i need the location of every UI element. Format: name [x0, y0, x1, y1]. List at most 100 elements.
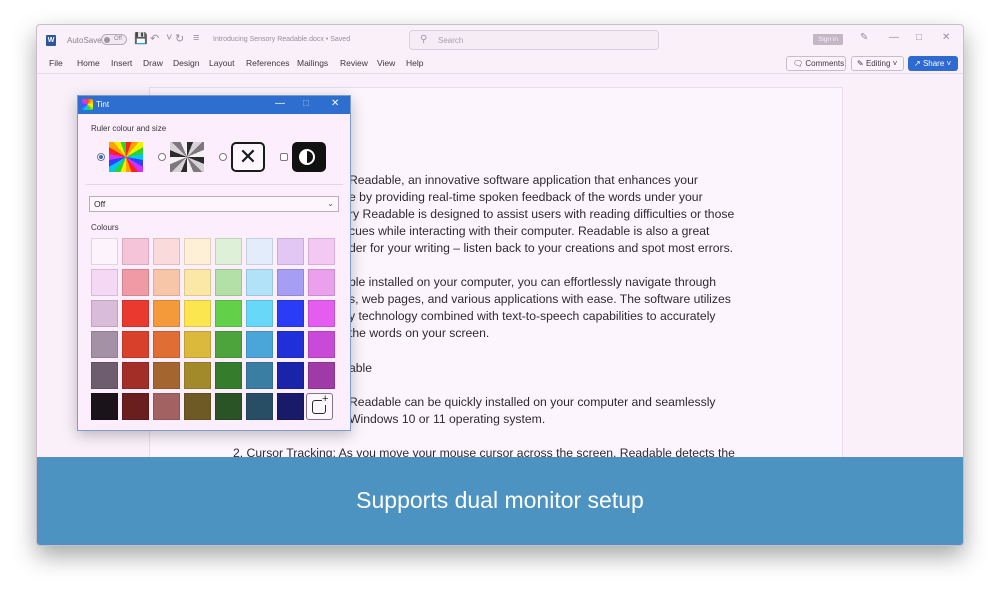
colour-swatch[interactable] [215, 393, 242, 420]
dialog-close-icon[interactable]: ✕ [331, 98, 339, 109]
colour-swatch[interactable] [91, 393, 118, 420]
colour-swatch[interactable] [184, 269, 211, 296]
colour-swatch[interactable] [153, 393, 180, 420]
contrast-icon[interactable] [292, 142, 326, 172]
colour-swatch[interactable] [153, 362, 180, 389]
colour-swatch[interactable] [246, 238, 273, 265]
colour-swatch[interactable] [153, 269, 180, 296]
section-divider [86, 184, 343, 185]
colour-swatch[interactable] [246, 331, 273, 358]
colour-swatch[interactable] [277, 238, 304, 265]
autosave-toggle[interactable]: Off [101, 34, 127, 45]
menu-design[interactable]: Design [173, 58, 199, 68]
colour-swatch[interactable] [91, 300, 118, 327]
custom-colour-button[interactable]: + [306, 393, 333, 420]
colour-swatch[interactable] [122, 238, 149, 265]
save-icon[interactable]: 💾 [134, 32, 148, 45]
customize-toolbar-icon[interactable]: ≡ [193, 32, 199, 44]
chevron-down-icon[interactable]: ˅ [166, 32, 172, 44]
colour-swatch[interactable] [246, 393, 273, 420]
colour-swatch[interactable] [246, 269, 273, 296]
menu-view[interactable]: View [377, 58, 395, 68]
editing-label: Editing [865, 59, 891, 68]
word-logo-icon: W [46, 35, 56, 46]
search-input[interactable]: ⚲ Search [409, 30, 659, 50]
colour-swatch[interactable] [184, 331, 211, 358]
undo-icon[interactable]: ↶ [150, 32, 159, 45]
colour-swatch[interactable] [215, 300, 242, 327]
close-icon[interactable]: ✕ [942, 32, 950, 43]
sign-in-button[interactable]: Sign in [813, 34, 843, 45]
colour-swatch[interactable] [91, 331, 118, 358]
colour-swatch[interactable] [91, 269, 118, 296]
comments-button[interactable]: 🗨 Comments [786, 56, 846, 71]
colour-swatch[interactable] [153, 238, 180, 265]
colour-swatch[interactable] [122, 269, 149, 296]
doc-line: ble installed on your computer, you can … [349, 275, 716, 289]
colour-swatch[interactable] [153, 300, 180, 327]
menu-draw[interactable]: Draw [143, 58, 163, 68]
colour-swatch[interactable] [184, 238, 211, 265]
share-label: Share [922, 59, 945, 68]
chevron-down-icon: ⌄ [327, 199, 334, 208]
menu-references[interactable]: References [246, 58, 289, 68]
colour-swatch[interactable] [277, 362, 304, 389]
autosave-label: AutoSave [67, 36, 102, 45]
caption-banner: Supports dual monitor setup [37, 457, 963, 545]
doc-heading: able [349, 361, 373, 375]
rainbow-ruler-icon[interactable] [109, 142, 143, 172]
dialog-minimize-icon[interactable]: — [275, 98, 285, 109]
menu-help[interactable]: Help [406, 58, 423, 68]
colour-swatch[interactable] [246, 362, 273, 389]
menu-file[interactable]: File [49, 58, 63, 68]
colour-swatch[interactable] [277, 269, 304, 296]
colour-swatch[interactable] [277, 393, 304, 420]
colour-swatch[interactable] [215, 269, 242, 296]
pen-icon[interactable]: ✎ [860, 32, 868, 43]
dialog-title-bar[interactable]: Tint — □ ✕ [78, 96, 350, 114]
colour-swatch[interactable] [184, 300, 211, 327]
colour-swatch[interactable] [91, 362, 118, 389]
ruler-size-dropdown[interactable]: Off ⌄ [89, 196, 339, 212]
colour-swatch[interactable] [153, 331, 180, 358]
redo-icon[interactable]: ↻ [175, 32, 184, 45]
menu-home[interactable]: Home [77, 58, 100, 68]
search-icon: ⚲ [420, 34, 428, 45]
colour-swatch[interactable] [215, 331, 242, 358]
colour-swatch[interactable] [122, 393, 149, 420]
colour-swatch[interactable] [277, 331, 304, 358]
colour-swatch[interactable] [308, 331, 335, 358]
colour-swatch[interactable] [184, 393, 211, 420]
colour-swatch[interactable] [122, 300, 149, 327]
colour-swatch[interactable] [215, 238, 242, 265]
editing-button[interactable]: ✎ Editing ˅ [851, 56, 904, 71]
colour-swatch[interactable] [277, 300, 304, 327]
tint-dialog: Tint — □ ✕ Ruler colour and size ✕ Off ⌄… [77, 95, 351, 431]
colour-swatch[interactable] [215, 362, 242, 389]
document-title[interactable]: Introducing Sensory Readable.docx • Save… [213, 36, 350, 43]
colour-swatch[interactable] [91, 238, 118, 265]
menu-insert[interactable]: Insert [111, 58, 132, 68]
swirl-ruler-radio[interactable] [158, 153, 166, 161]
menu-review[interactable]: Review [340, 58, 368, 68]
maximize-icon[interactable]: □ [916, 32, 922, 43]
no-ruler-radio[interactable] [219, 153, 227, 161]
colour-swatch[interactable] [308, 269, 335, 296]
colour-swatch[interactable] [308, 300, 335, 327]
colour-swatch[interactable] [122, 331, 149, 358]
colour-swatch[interactable] [308, 238, 335, 265]
doc-line: y technology combined with text-to-speec… [349, 309, 716, 323]
minimize-icon[interactable]: — [889, 32, 899, 43]
share-button[interactable]: ↗ Share ˅ [908, 56, 958, 71]
caption-text: Supports dual monitor setup [356, 487, 644, 513]
contrast-checkbox[interactable] [280, 153, 288, 161]
swirl-ruler-icon[interactable] [170, 142, 204, 172]
menu-layout[interactable]: Layout [209, 58, 235, 68]
colour-swatch[interactable] [308, 362, 335, 389]
colour-swatch[interactable] [184, 362, 211, 389]
colour-swatch[interactable] [246, 300, 273, 327]
menu-mailings[interactable]: Mailings [297, 58, 328, 68]
colour-swatch[interactable] [122, 362, 149, 389]
rainbow-ruler-radio[interactable] [97, 153, 105, 161]
no-ruler-icon[interactable]: ✕ [231, 142, 265, 172]
